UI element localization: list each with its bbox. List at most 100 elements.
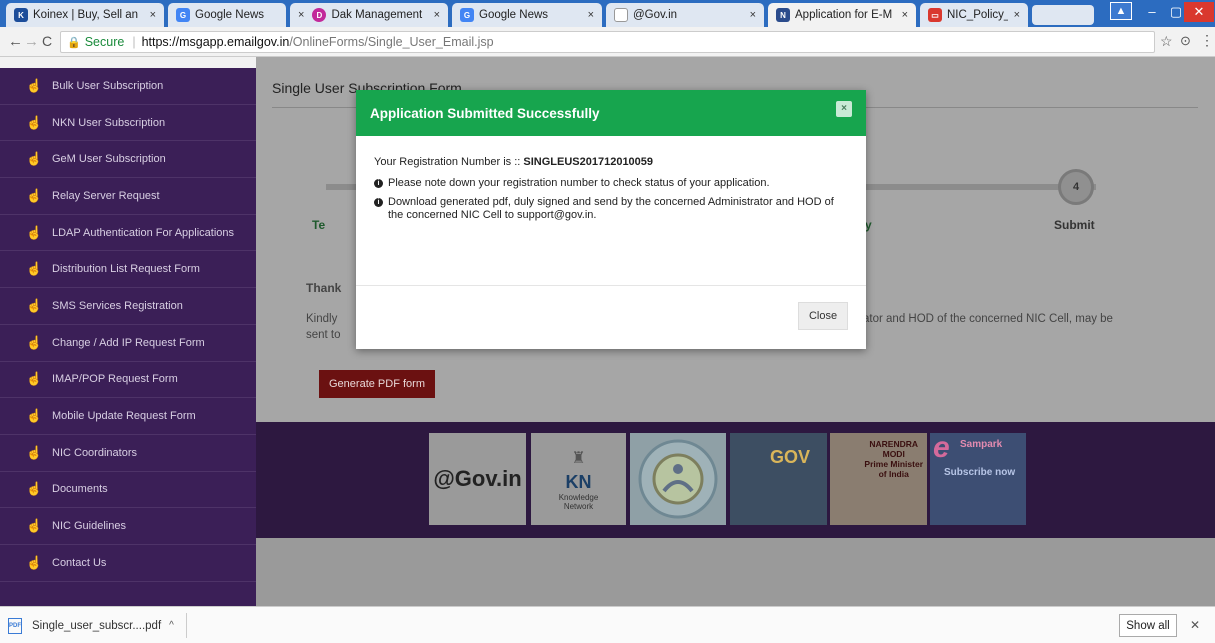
browser-toolbar: ← → C 🔒 Secure | https://msgapp.emailgov… (0, 27, 1215, 57)
hand-pointer-icon: ☝ (26, 408, 43, 424)
close-button[interactable]: Close (798, 302, 848, 330)
sampark-e-icon: e (933, 431, 950, 464)
page-favicon-icon (614, 8, 628, 22)
new-tab-button[interactable] (1032, 5, 1094, 25)
hand-pointer-icon: ☝ (26, 444, 43, 460)
tab-strip: K Koinex | Buy, Sell an × G Google News … (0, 0, 1215, 27)
thank-you-heading: Thank (306, 281, 342, 295)
tab-close-icon[interactable]: × (1014, 9, 1020, 21)
hand-pointer-icon: ☝ (26, 481, 43, 497)
hand-pointer-icon: ☝ (26, 77, 43, 93)
reload-icon[interactable]: C (42, 33, 52, 49)
modal-header: Application Submitted Successfully × (356, 90, 866, 136)
sampark-text: Sampark (960, 439, 1003, 450)
back-arrow-icon[interactable]: ← (8, 33, 23, 50)
hand-pointer-icon: ☝ (26, 518, 43, 534)
mygov-banner[interactable]: GOV (730, 433, 827, 525)
tab-close-icon[interactable]: × (750, 9, 756, 21)
hand-pointer-icon: ☝ (26, 334, 43, 350)
registration-number: SINGLEUS201712010059 (523, 156, 654, 168)
tab-google-news-2[interactable]: G Google News × (452, 3, 602, 27)
tab-close-icon[interactable]: × (434, 9, 440, 21)
pm-name-text: NARENDRA MODI Prime Minister of India (864, 439, 923, 479)
nkn-mark-icon: KN (565, 471, 592, 492)
generate-pdf-button[interactable]: Generate PDF form (319, 370, 435, 398)
sidebar-nav: ☝ Bulk User Subscription ☝ NKN User Subscr… (0, 68, 256, 606)
sidebar-item-relay-server[interactable]: ☝ Relay Server Request (0, 178, 256, 215)
pdf-file-icon: PDF (8, 617, 22, 634)
tab-google-news-1[interactable]: G Google News (168, 3, 286, 27)
window-close-icon[interactable]: ✕ (1184, 2, 1214, 22)
instructions-text-line2: sent to (306, 329, 341, 341)
emblem-icon: ♜ (571, 449, 586, 467)
registration-line: Your Registration Number is :: SINGLEUS2… (374, 156, 654, 168)
lock-icon: 🔒 (67, 36, 81, 49)
gov-in-logo[interactable]: @Gov.in (429, 433, 526, 525)
modal-close-icon[interactable]: × (836, 101, 852, 117)
sidebar-item-bulk-user[interactable]: ☝ Bulk User Subscription (0, 68, 256, 105)
sidebar-item-gem-user[interactable]: ☝ GeM User Subscription (0, 141, 256, 179)
tab-gov-in[interactable]: @Gov.in × (606, 3, 764, 27)
tab-close-icon[interactable]: × (902, 9, 908, 21)
google-news-favicon-icon: G (176, 8, 190, 22)
sidebar-item-nic-coordinators[interactable]: ☝ NIC Coordinators (0, 435, 256, 472)
url-path: /OnlineForms/Single_User_Email.jsp (289, 35, 494, 49)
sidebar-item-distribution-list[interactable]: ☝ Distribution List Request Form (0, 251, 256, 289)
yoga-day-logo[interactable] (630, 433, 726, 525)
sidebar-item-documents[interactable]: ☝ Documents (0, 472, 256, 509)
google-news-favicon-icon: G (460, 8, 474, 22)
pm-modi-banner[interactable]: NARENDRA MODI Prime Minister of India (830, 433, 927, 525)
tab-close-icon[interactable]: × (298, 9, 304, 21)
tab-close-icon[interactable]: × (150, 9, 156, 21)
tab-dak-management[interactable]: × D Dak Management × (290, 3, 448, 27)
sidebar-item-nkn-user[interactable]: ☝ NKN User Subscription (0, 105, 256, 142)
sidebar-item-mobile-update[interactable]: ☝ Mobile Update Request Form (0, 398, 256, 435)
nkn-network-text: Network (563, 501, 594, 511)
nkn-logo[interactable]: ♜ KN Knowledge Network (531, 433, 626, 525)
address-separator: | (132, 35, 136, 49)
modal-footer-divider (356, 285, 866, 286)
hand-pointer-icon: ☝ (26, 114, 43, 130)
step-terms-label: Te (312, 218, 326, 232)
step-3-label: y (865, 218, 872, 232)
sidebar-item-imap-pop[interactable]: ☝ IMAP/POP Request Form (0, 362, 256, 399)
tab-close-icon[interactable]: × (588, 9, 594, 21)
note-1: i Please note down your registration num… (374, 177, 848, 190)
mygov-text: GOV (770, 447, 811, 467)
forward-arrow-icon[interactable]: → (24, 33, 39, 50)
download-bar: PDF Single_user_subscr....pdf ^ Show all… (0, 606, 1215, 643)
info-icon: i (374, 198, 383, 207)
hand-pointer-icon: ☝ (26, 224, 43, 240)
extension-icon[interactable]: ⊙ (1180, 33, 1191, 49)
user-profile-icon[interactable]: ▲ (1110, 2, 1132, 20)
hand-pointer-icon: ☝ (26, 151, 43, 167)
sidebar-item-sms-services[interactable]: ☝ SMS Services Registration (0, 288, 256, 325)
show-all-button[interactable]: Show all (1119, 614, 1177, 637)
sampark-banner[interactable]: e Sampark Subscribe now (930, 431, 1026, 525)
hand-pointer-icon: ☝ (26, 371, 43, 387)
hand-pointer-icon: ☝ (26, 261, 43, 277)
modal-title: Application Submitted Successfully (370, 105, 600, 121)
partner-banner: @Gov.in ♜ KN Knowledge Network GOV NAREN… (256, 422, 1215, 538)
sidebar-item-nic-guidelines[interactable]: ☝ NIC Guidelines (0, 508, 256, 545)
address-bar[interactable]: 🔒 Secure | https://msgapp.emailgov.in /O… (60, 31, 1155, 53)
download-item[interactable]: PDF Single_user_subscr....pdf ^ (8, 613, 187, 638)
instructions-text-right: trator and HOD of the concerned NIC Cell… (856, 313, 1113, 325)
close-icon[interactable]: ✕ (1190, 618, 1200, 632)
chrome-menu-icon[interactable]: ⋮ (1200, 32, 1214, 49)
tab-koinex[interactable]: K Koinex | Buy, Sell an × (6, 3, 164, 27)
url-host: https://msgapp.emailgov.in (141, 35, 290, 49)
note-2: i Download generated pdf, duly signed an… (374, 196, 848, 222)
hand-pointer-icon: ☝ (26, 554, 43, 570)
bookmark-star-icon[interactable]: ☆ (1160, 33, 1173, 50)
tab-application-active[interactable]: N Application for E-M × (768, 3, 916, 27)
chevron-up-icon[interactable]: ^ (169, 620, 174, 631)
tab-nic-policy[interactable]: ▭ NIC_Policy_on_form × (920, 3, 1028, 27)
sidebar-item-ldap[interactable]: ☝ LDAP Authentication For Applications (0, 215, 256, 252)
hand-pointer-icon: ☝ (26, 297, 43, 313)
sidebar-item-contact-us[interactable]: ☝ Contact Us (0, 545, 256, 582)
sidebar-item-change-ip[interactable]: ☝ Change / Add IP Request Form (0, 325, 256, 362)
hand-pointer-icon: ☝ (26, 187, 43, 203)
step-4-circle: 4 (1058, 169, 1094, 205)
dak-favicon-icon: D (312, 8, 327, 22)
